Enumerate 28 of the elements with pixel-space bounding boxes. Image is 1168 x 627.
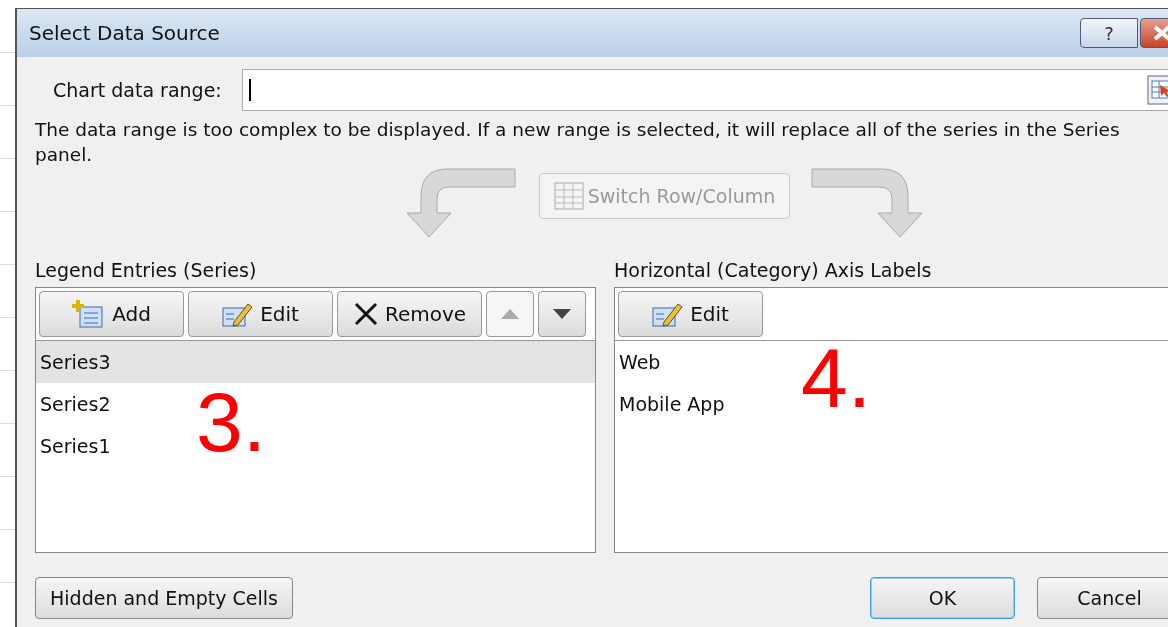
chart-data-range-field[interactable] — [241, 69, 1168, 111]
section-label: Legend Entries (Series) — [35, 259, 258, 281]
close-icon — [1152, 25, 1168, 41]
ok-button[interactable]: OK — [870, 577, 1015, 619]
x-icon — [352, 301, 379, 327]
table-icon — [553, 182, 584, 210]
series-item[interactable]: Series3 — [36, 341, 595, 383]
annotation-number: 3. — [196, 380, 267, 464]
field-label: Chart data range: — [53, 79, 222, 101]
edit-button[interactable]: Edit — [618, 291, 763, 337]
series-item[interactable]: Series2 — [36, 383, 117, 425]
help-button[interactable]: ? — [1080, 18, 1138, 48]
down-button[interactable] — [538, 291, 586, 337]
add-button[interactable]: Add — [39, 291, 184, 337]
axis-label-item[interactable]: Web — [615, 341, 667, 383]
remove-button[interactable]: Remove — [337, 291, 482, 337]
edit-button[interactable]: Edit — [188, 291, 333, 337]
section-label: Horizontal (Category) Axis Labels — [614, 259, 933, 281]
series-item[interactable]: Series1 — [36, 425, 117, 467]
range-picker-icon[interactable] — [1147, 75, 1168, 105]
window-title: Select Data Source — [29, 21, 221, 45]
info-message: The data range is too complex to be displayed. If a new range is selected, it will replace all of the series in the Series panel. — [35, 118, 1121, 167]
annotation-number: 4. — [801, 336, 872, 420]
axis-label-item[interactable]: Mobile App — [615, 383, 731, 425]
down-triangle-icon — [553, 309, 571, 319]
cancel-button[interactable]: Cancel — [1037, 577, 1168, 619]
up-triangle-icon — [501, 309, 519, 319]
hidden-empty-cells-button[interactable]: Hidden and Empty Cells — [35, 577, 293, 619]
